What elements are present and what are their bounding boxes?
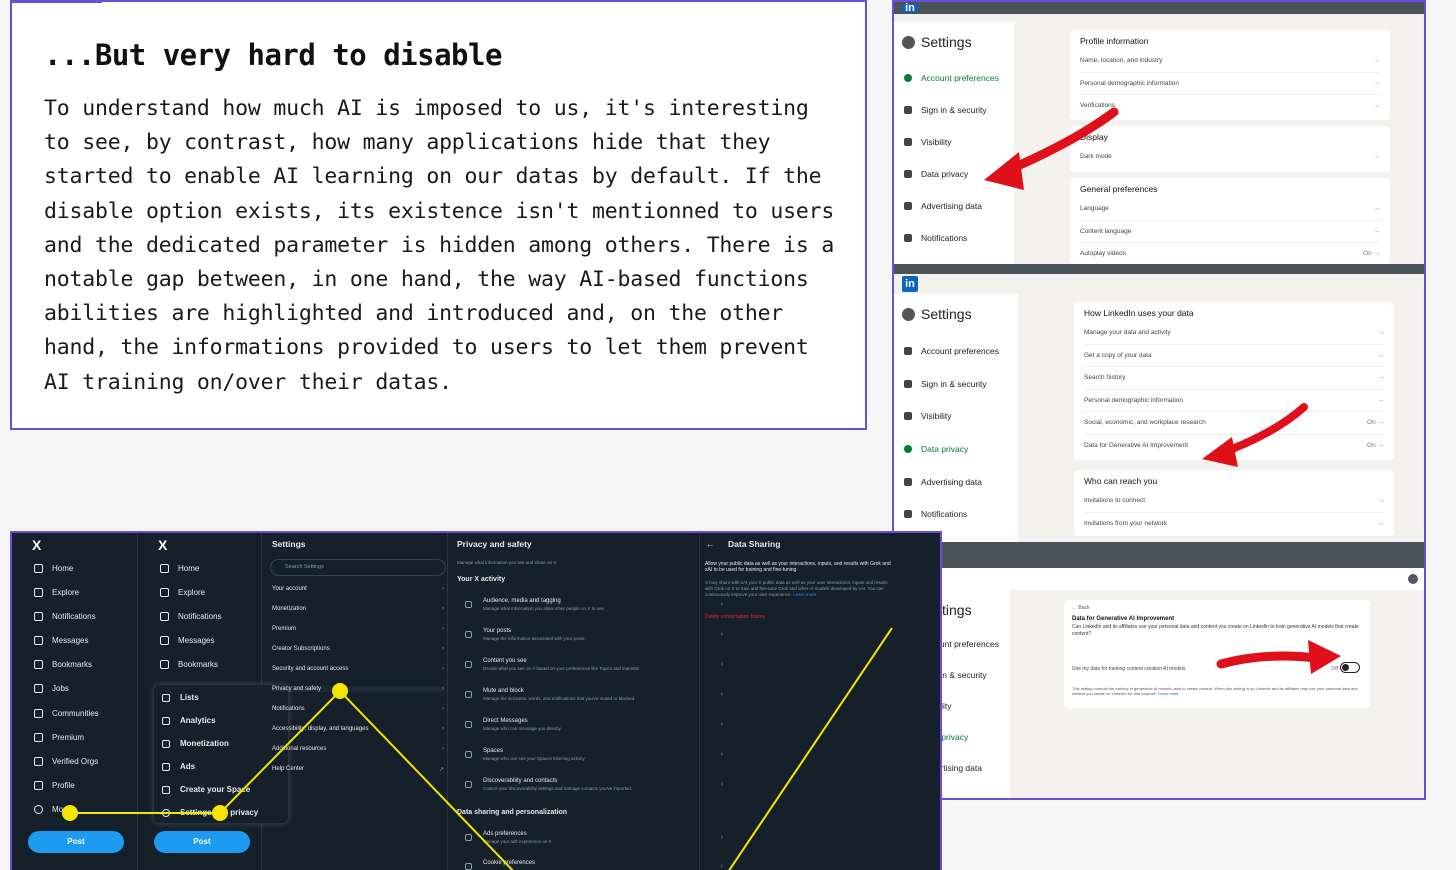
settings-row[interactable]: Personal demographic information →: [1080, 73, 1380, 95]
bell-icon: [904, 510, 912, 518]
lock-icon: [904, 380, 912, 388]
settings-title: Settings: [902, 34, 972, 50]
shield-icon: [904, 445, 912, 453]
linkedin-panel-1: in Settings Account preferences Sign in …: [894, 2, 1424, 264]
settings-row[interactable]: Verifications →: [1080, 95, 1380, 118]
settings-row[interactable]: Get a copy of your data →: [1084, 345, 1384, 367]
linkedin-logo-icon: in: [902, 276, 918, 292]
settings-row[interactable]: Invitations from your network →: [1084, 513, 1384, 536]
nav-notifications[interactable]: Notifications: [904, 509, 967, 519]
card-title: Profile information: [1080, 36, 1149, 46]
learn-more-link[interactable]: Learn more: [1158, 691, 1178, 696]
lock-icon: [904, 106, 912, 114]
card-title: General preferences: [1080, 184, 1158, 194]
highlight-dot: [62, 805, 78, 821]
nav-account-preferences[interactable]: Account preferences: [904, 346, 999, 356]
gen-ai-footnote: This setting controls the training of ge…: [1072, 686, 1358, 696]
ad-icon: [904, 478, 912, 486]
settings-row[interactable]: Name, location, and industry →: [1080, 50, 1380, 73]
nav-account-preferences[interactable]: Account preferences: [904, 73, 999, 83]
globe-icon: [902, 307, 915, 321]
article-heading: ...But very hard to disable: [44, 38, 502, 72]
ad-icon: [904, 202, 912, 210]
settings-row[interactable]: Manage your data and activity →: [1084, 322, 1384, 345]
linkedin-panel-3: in Settings Account preferences Sign in …: [894, 568, 1424, 798]
yellow-annotation-path: [62, 627, 893, 870]
who-can-reach-you-card: Who can reach you Invitations to connect…: [1074, 470, 1394, 536]
red-arrow-icon: [1202, 403, 1308, 467]
accent-bar: [10, 0, 102, 3]
settings-row[interactable]: Invitations to connect →: [1084, 490, 1384, 513]
person-icon: [904, 347, 912, 355]
nav-visibility[interactable]: Visibility: [904, 411, 952, 421]
card-title: Display: [1080, 132, 1108, 142]
linkedin-panel-2: in Settings Account preferences Sign in …: [894, 274, 1424, 542]
card-title: Who can reach you: [1084, 476, 1158, 486]
li-topbar: [894, 2, 1424, 14]
nav-advertising-data[interactable]: Advertising data: [904, 201, 982, 211]
nav-notifications[interactable]: Notifications: [904, 233, 967, 243]
panel-separator: [894, 542, 1424, 568]
highlight-dot: [212, 805, 228, 821]
x-screenshot: X Home Explore Notifications Messages Bo…: [10, 531, 942, 870]
settings-row[interactable]: Search history →: [1084, 367, 1384, 390]
back-link[interactable]: ← Back: [1072, 605, 1362, 611]
article-body: To understand how much AI is imposed to …: [44, 96, 835, 395]
settings-row[interactable]: Content language →: [1080, 221, 1380, 243]
bell-icon: [904, 234, 912, 242]
article-box: ...But very hard to disable To understan…: [10, 0, 867, 430]
li-sidebar: Settings Account preferences Sign in & s…: [894, 294, 1018, 542]
shield-icon: [904, 170, 912, 178]
card-title: How LinkedIn uses your data: [1084, 308, 1194, 318]
nav-data-privacy[interactable]: Data privacy: [904, 444, 968, 454]
nav-visibility[interactable]: Visibility: [904, 137, 952, 147]
panel-separator: [894, 264, 1424, 274]
eye-icon: [904, 138, 912, 146]
nav-advertising-data[interactable]: Advertising data: [904, 477, 982, 487]
red-arrow-icon: [1216, 640, 1341, 674]
red-arrow-icon: [984, 107, 1119, 190]
settings-row[interactable]: Language →: [1080, 198, 1380, 221]
nav-sign-in-security[interactable]: Sign in & security: [904, 379, 987, 389]
linkedin-screenshots: in Settings Account preferences Sign in …: [892, 0, 1426, 800]
globe-icon: [902, 35, 915, 49]
toggle-label: Use my data for training content creatio…: [1072, 666, 1186, 672]
settings-row[interactable]: Dark mode →: [1080, 146, 1380, 169]
settings-row[interactable]: Autoplay videos On →: [1080, 243, 1380, 264]
person-icon: [904, 74, 912, 82]
settings-title: Settings: [902, 306, 972, 322]
avatar[interactable]: [1408, 574, 1418, 584]
highlight-dot: [332, 683, 348, 699]
eye-icon: [904, 412, 912, 420]
nav-data-privacy[interactable]: Data privacy: [904, 169, 968, 179]
gen-ai-title: Data for Generative AI Improvement: [1072, 616, 1175, 622]
linkedin-logo-icon: in: [902, 3, 918, 14]
